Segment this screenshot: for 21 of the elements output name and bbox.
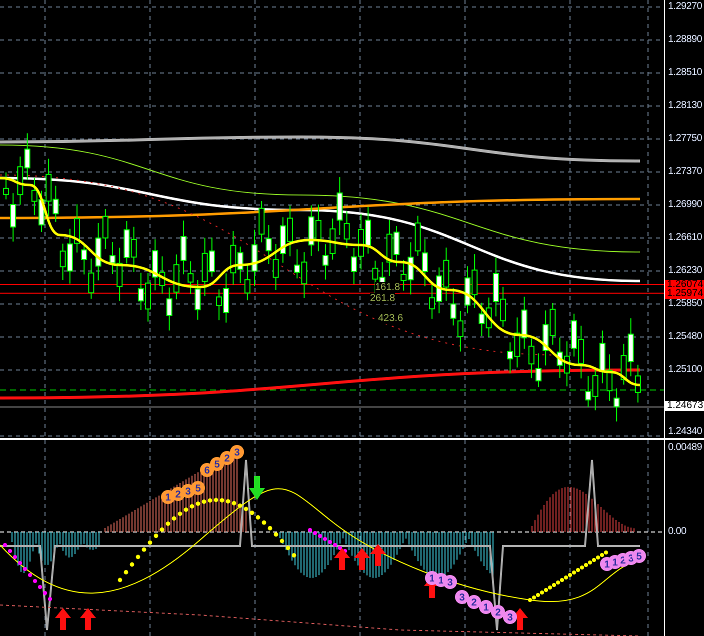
up-arrow-icon xyxy=(55,608,71,630)
price-tag: 1.26074 xyxy=(665,280,704,290)
numbered-marker: 2 xyxy=(491,605,505,619)
numbered-marker: 3 xyxy=(443,575,457,589)
price-tag: 1.25974 xyxy=(665,289,704,299)
up-arrow-icon xyxy=(80,608,96,630)
numbered-marker: 5 xyxy=(191,481,205,495)
numbered-marker: 1 xyxy=(479,600,493,614)
numbered-marker: 5 xyxy=(632,549,646,563)
numbered-marker: 3 xyxy=(503,610,517,624)
price-tag: 1.24673 xyxy=(665,401,704,411)
fibonacci-level-label: 261.8 xyxy=(370,293,396,304)
numbered-marker: 2 xyxy=(467,595,481,609)
up-arrow-icon xyxy=(334,548,350,570)
numbered-marker: 3 xyxy=(230,445,244,459)
numbered-marker: 3 xyxy=(455,590,469,604)
fibonacci-level-label: 423.6 xyxy=(378,313,404,324)
down-arrow-icon xyxy=(249,476,265,500)
up-arrow-icon xyxy=(370,544,386,566)
fibonacci-level-label: 161.8 xyxy=(375,282,400,293)
up-arrow-icon xyxy=(354,548,370,570)
